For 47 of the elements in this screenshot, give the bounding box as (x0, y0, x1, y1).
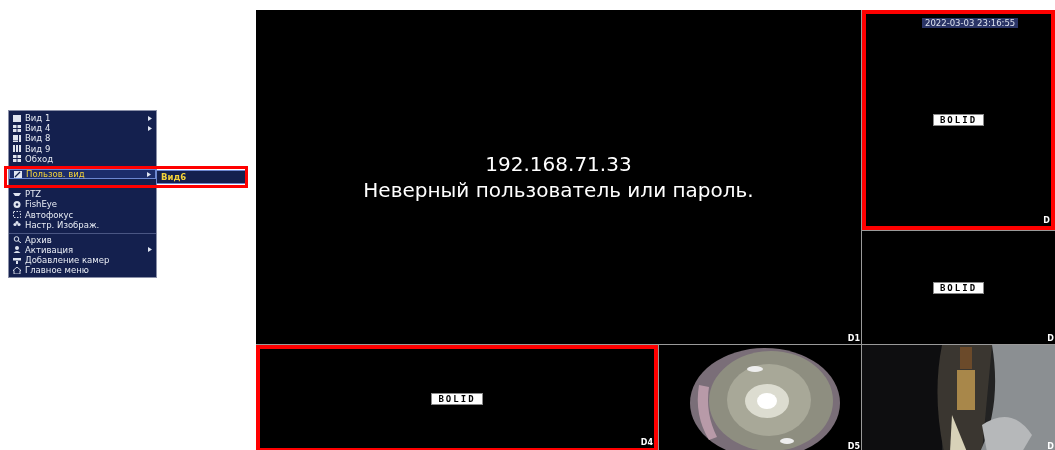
camera-tile[interactable]: 192.168.71.33 Неверный пользователь или пароль. D1 (256, 10, 861, 344)
submenu-item[interactable]: Вид6 (157, 171, 245, 183)
quad-view-icon (13, 124, 21, 132)
logo: BOLID (932, 281, 985, 294)
channel-label: D4 (640, 438, 653, 447)
camera-icon (13, 256, 21, 264)
logo: BOLID (932, 114, 985, 126)
menu-item[interactable]: Настр. Изображ. (9, 219, 156, 230)
focus-icon (13, 211, 21, 219)
menu-item[interactable]: FishEye (9, 199, 156, 210)
menu-item[interactable]: PTZ (9, 189, 156, 200)
channel-label: D5 (847, 442, 860, 450)
channel-label: D (1047, 334, 1054, 343)
channel-label: D (1043, 216, 1050, 225)
camera-tile[interactable]: BOLID D4 (256, 345, 658, 450)
camera-tile[interactable]: BOLID D (862, 231, 1055, 344)
menu-item[interactable]: Вид 8 (9, 133, 156, 144)
menu-item[interactable]: Обход (9, 153, 156, 164)
menu-item[interactable]: Активация (9, 244, 156, 256)
channel-label: D (1047, 442, 1054, 450)
menu-item[interactable]: Главное меню (9, 265, 156, 276)
nine-view-icon (13, 145, 21, 153)
logo: BOLID (431, 392, 483, 405)
menu-item[interactable]: Автофокус (9, 209, 156, 220)
menu-item[interactable]: Добавление камер (9, 255, 156, 266)
ptz-icon (13, 190, 21, 198)
channel-label: D1 (847, 334, 860, 343)
palette-icon (13, 221, 21, 229)
search-icon (13, 236, 21, 244)
single-view-icon (13, 114, 21, 122)
error-message: Неверный пользователь или пароль. (363, 177, 754, 203)
menu-item[interactable]: Вид 1 (9, 113, 156, 124)
menu-item[interactable]: Вид 4 (9, 123, 156, 134)
camera-tile[interactable]: BOLID 2022-03-03 23:16:55 D (862, 10, 1055, 230)
person-icon (13, 246, 21, 254)
timestamp: 2022-03-03 23:16:55 (922, 18, 1019, 28)
eye-icon (13, 200, 21, 208)
menu-item[interactable]: Вид 9 (9, 143, 156, 154)
submenu-arrow-icon (148, 247, 152, 253)
home-icon (13, 266, 21, 274)
submenu-arrow-icon (147, 171, 151, 177)
quad-view-icon (13, 155, 21, 163)
menu-item[interactable]: Архив (9, 232, 156, 245)
menu-item[interactable]: Пользов. вид (9, 168, 156, 180)
error-message: 192.168.71.33 (485, 151, 632, 177)
eight-view-icon (13, 134, 21, 142)
pencil-icon (14, 170, 22, 178)
